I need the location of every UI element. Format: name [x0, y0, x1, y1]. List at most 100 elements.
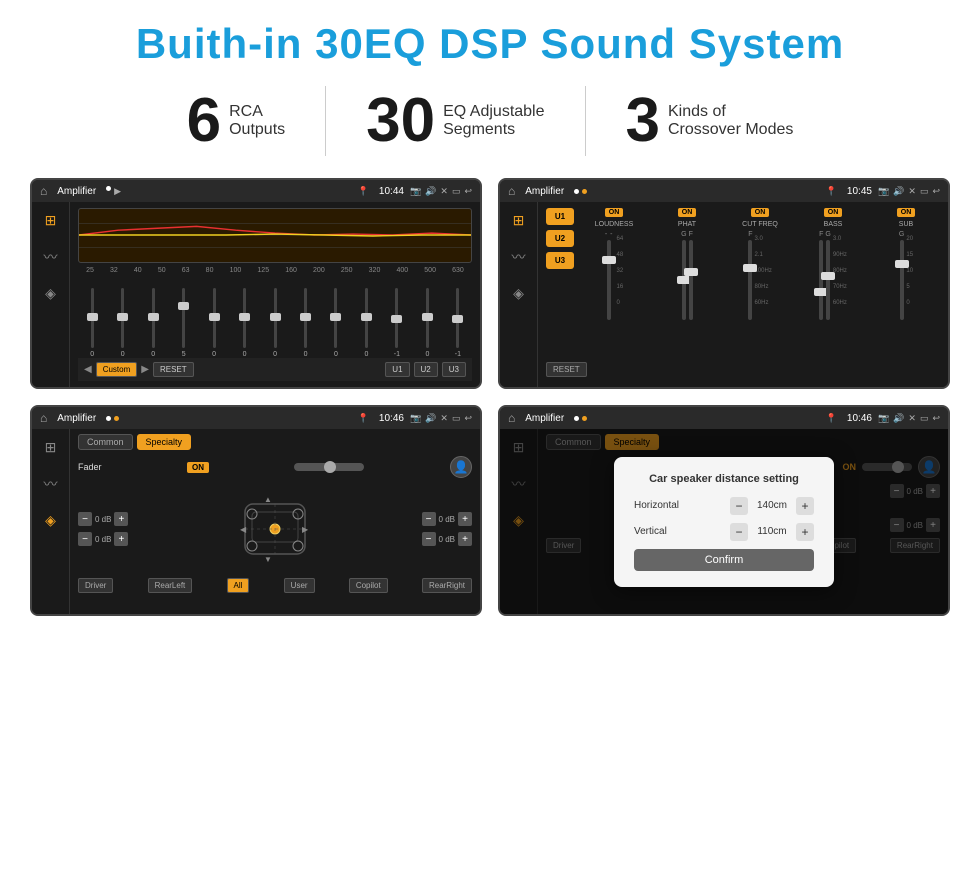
crossover-speaker-icon[interactable]: ◈ [513, 285, 524, 302]
crossover-filter-icon[interactable]: ⊞ [513, 212, 525, 229]
loudness-track[interactable] [607, 240, 611, 320]
driver-btn[interactable]: Driver [78, 578, 113, 593]
crossover-u1-btn[interactable]: U1 [546, 208, 574, 225]
eq-track-13[interactable] [456, 288, 459, 348]
eq-track-3[interactable] [152, 288, 155, 348]
vol-rl-plus[interactable]: + [114, 532, 128, 546]
eq-home-icon[interactable]: ⌂ [40, 184, 47, 198]
fader-slider[interactable] [294, 463, 364, 471]
crossover-dots [574, 189, 587, 194]
loudness-thumb[interactable] [602, 256, 616, 264]
vol-fr-value: 0 dB [439, 515, 455, 524]
crossover-back-icon[interactable]: ↩ [932, 186, 940, 197]
user-btn[interactable]: User [284, 578, 315, 593]
bass-track-g[interactable] [826, 240, 830, 320]
eq-thumb-6[interactable] [239, 313, 250, 321]
eq-track-11[interactable] [395, 288, 398, 348]
eq-thumb-12[interactable] [422, 313, 433, 321]
phat-thumb-f[interactable] [684, 268, 698, 276]
eq-thumb-7[interactable] [270, 313, 281, 321]
eq-thumb-9[interactable] [330, 313, 341, 321]
speaker-filter-icon[interactable]: ⊞ [45, 439, 57, 456]
crossover-u2-btn[interactable]: U2 [546, 230, 574, 247]
crossover-home-icon[interactable]: ⌂ [508, 184, 515, 198]
eq-thumb-1[interactable] [87, 313, 98, 321]
phat-track-f[interactable] [689, 240, 693, 320]
sub-track[interactable] [900, 240, 904, 320]
crossover-wave-icon[interactable]: 〰 [512, 247, 526, 267]
cutfreq-thumb-f[interactable] [743, 264, 757, 272]
eq-thumb-5[interactable] [209, 313, 220, 321]
eq-u2-btn[interactable]: U2 [414, 362, 438, 377]
eq-thumb-8[interactable] [300, 313, 311, 321]
dialog-horizontal-minus[interactable]: − [730, 497, 748, 515]
eq-wave-icon[interactable]: 〰 [44, 247, 58, 267]
sub-on-btn[interactable]: ON [897, 208, 916, 217]
eq-track-8[interactable] [304, 288, 307, 348]
eq-filter-icon[interactable]: ⊞ [45, 212, 57, 229]
dialog-vertical-minus[interactable]: − [730, 523, 748, 541]
vol-rl-minus[interactable]: − [78, 532, 92, 546]
dialog-back-icon[interactable]: ↩ [932, 413, 940, 424]
eq-prev-btn[interactable]: ◀ [84, 364, 92, 375]
eq-track-5[interactable] [213, 288, 216, 348]
crossover-u3-btn[interactable]: U3 [546, 252, 574, 269]
all-btn[interactable]: All [227, 578, 250, 593]
phat-on-btn[interactable]: ON [678, 208, 697, 217]
eq-thumb-11[interactable] [391, 315, 402, 323]
vol-rr-minus[interactable]: − [422, 532, 436, 546]
eq-speaker-icon[interactable]: ◈ [45, 285, 56, 302]
eq-u3-btn[interactable]: U3 [442, 362, 466, 377]
vol-fr-minus[interactable]: − [422, 512, 436, 526]
eq-u1-btn[interactable]: U1 [385, 362, 409, 377]
speaker-back-icon[interactable]: ↩ [464, 413, 472, 424]
tab-common[interactable]: Common [78, 434, 133, 450]
sub-thumb[interactable] [895, 260, 909, 268]
tab-specialty[interactable]: Specialty [137, 434, 192, 450]
eq-title: Amplifier [57, 186, 96, 197]
eq-custom-btn[interactable]: Custom [96, 362, 138, 377]
rearleft-btn[interactable]: RearLeft [148, 578, 193, 593]
speaker-wave-icon[interactable]: 〰 [44, 474, 58, 494]
eq-track-7[interactable] [274, 288, 277, 348]
copilot-btn[interactable]: Copilot [349, 578, 388, 593]
eq-thumb-13[interactable] [452, 315, 463, 323]
dialog-horizontal-plus[interactable]: + [796, 497, 814, 515]
dialog-vertical-plus[interactable]: + [796, 523, 814, 541]
cutfreq-track-f[interactable] [748, 240, 752, 320]
loudness-on-btn[interactable]: ON [605, 208, 624, 217]
eq-thumb-2[interactable] [117, 313, 128, 321]
eq-track-2[interactable] [121, 288, 124, 348]
profile-icon[interactable]: 👤 [450, 456, 472, 478]
eq-track-1[interactable] [91, 288, 94, 348]
bass-thumb-g[interactable] [821, 272, 835, 280]
cutfreq-on-btn[interactable]: ON [751, 208, 770, 217]
speaker-spk-icon[interactable]: ◈ [45, 512, 56, 529]
rearright-btn[interactable]: RearRight [422, 578, 472, 593]
eq-thumb-4[interactable] [178, 302, 189, 310]
crossover-reset-btn[interactable]: RESET [546, 362, 587, 377]
eq-track-10[interactable] [365, 288, 368, 348]
vol-fl-plus[interactable]: + [114, 512, 128, 526]
vol-fl-minus[interactable]: − [78, 512, 92, 526]
bass-on-btn[interactable]: ON [824, 208, 843, 217]
eq-track-6[interactable] [243, 288, 246, 348]
fader-thumb[interactable] [324, 461, 336, 473]
eq-next-btn[interactable]: ▶ [141, 364, 149, 375]
fader-on-btn[interactable]: ON [187, 462, 209, 473]
eq-reset-btn[interactable]: RESET [153, 362, 194, 377]
dialog-home-icon[interactable]: ⌂ [508, 411, 515, 425]
eq-track-12[interactable] [426, 288, 429, 348]
eq-thumb-10[interactable] [361, 313, 372, 321]
eq-track-4[interactable] [182, 288, 185, 348]
speaker-home-icon[interactable]: ⌂ [40, 411, 47, 425]
eq-thumb-3[interactable] [148, 313, 159, 321]
confirm-button[interactable]: Confirm [634, 549, 814, 571]
eq-back-icon[interactable]: ↩ [464, 186, 472, 197]
bass-track-f[interactable] [819, 240, 823, 320]
vol-fr-plus[interactable]: + [458, 512, 472, 526]
eq-track-9[interactable] [334, 288, 337, 348]
vol-rr-plus[interactable]: + [458, 532, 472, 546]
dialog-horizontal-value: 140cm [752, 500, 792, 511]
phat-track-g[interactable] [682, 240, 686, 320]
